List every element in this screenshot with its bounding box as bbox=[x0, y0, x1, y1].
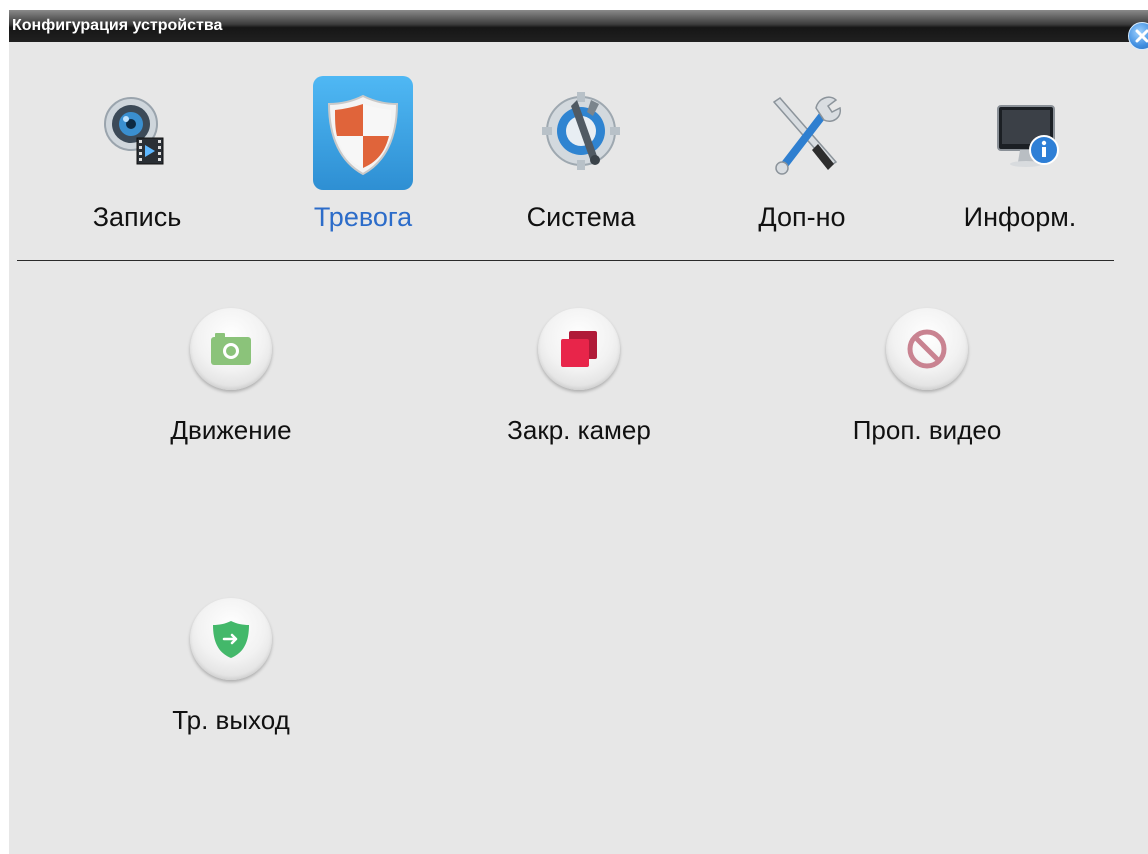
tab-record[interactable]: Запись bbox=[67, 76, 207, 256]
overlap-squares-icon bbox=[561, 331, 597, 367]
tab-alarm[interactable]: Тревога bbox=[293, 76, 433, 256]
tab-label: Тревога bbox=[313, 202, 413, 232]
tab-system[interactable]: Система bbox=[511, 76, 651, 256]
system-gear-icon bbox=[531, 76, 631, 190]
title-bar: Конфигурация устройства bbox=[9, 10, 1148, 42]
item-label: Тр. выход bbox=[172, 705, 290, 735]
window-title: Конфигурация устройства bbox=[12, 17, 223, 34]
camera-icon bbox=[211, 333, 251, 365]
tab-label: Информ. bbox=[963, 202, 1077, 232]
item-label: Закр. камер bbox=[507, 415, 651, 445]
tab-info[interactable]: Информ. bbox=[950, 76, 1090, 256]
camera-blind-button[interactable]: Закр. камер bbox=[469, 308, 689, 448]
item-circle bbox=[886, 308, 968, 390]
shield-output-icon bbox=[213, 621, 249, 658]
item-circle bbox=[538, 308, 620, 390]
alarm-shield-icon bbox=[313, 76, 413, 190]
motion-detection-button[interactable]: Движение bbox=[121, 308, 341, 448]
item-circle bbox=[190, 598, 272, 680]
tab-label: Доп-но bbox=[758, 202, 846, 232]
tab-advanced[interactable]: Доп-но bbox=[732, 76, 872, 256]
info-monitor-icon bbox=[970, 76, 1070, 190]
item-label: Движение bbox=[170, 415, 292, 445]
divider bbox=[17, 260, 1114, 261]
close-icon bbox=[1135, 29, 1148, 43]
close-button[interactable] bbox=[1128, 22, 1148, 50]
alarm-output-button[interactable]: Тр. выход bbox=[121, 598, 341, 738]
tab-label: Запись bbox=[92, 202, 182, 232]
item-label: Проп. видео bbox=[852, 415, 1002, 445]
item-circle bbox=[190, 308, 272, 390]
device-config-window: Конфигурация устройства Запись Тревога С… bbox=[9, 10, 1148, 854]
record-camera-icon bbox=[87, 76, 187, 190]
video-loss-button[interactable]: Проп. видео bbox=[817, 308, 1037, 448]
tools-icon bbox=[752, 76, 852, 190]
tab-label: Система bbox=[526, 202, 636, 232]
no-video-icon bbox=[907, 329, 947, 369]
